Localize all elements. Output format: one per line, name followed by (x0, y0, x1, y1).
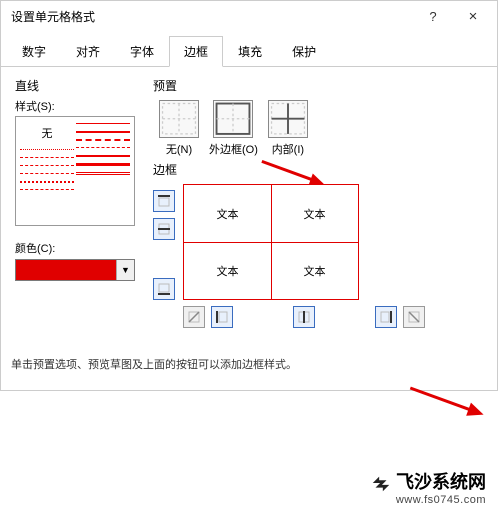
dialog-title: 设置单元格格式 (11, 8, 413, 25)
chevron-down-icon[interactable]: ▼ (116, 260, 134, 280)
line-style-option[interactable] (76, 172, 130, 175)
line-style-option[interactable] (20, 157, 74, 159)
border-right-button[interactable] (375, 306, 397, 328)
line-style-option[interactable] (76, 131, 130, 133)
logo-icon (370, 472, 392, 494)
line-style-option[interactable] (20, 165, 74, 167)
border-top-button[interactable] (153, 190, 175, 212)
color-swatch (16, 260, 116, 280)
border-bottom-button[interactable] (153, 278, 175, 300)
line-style-none[interactable]: 无 (20, 123, 74, 143)
border-diagonal-up-button[interactable] (183, 306, 205, 328)
style-label: 样式(S): (15, 98, 135, 114)
watermark: 飞沙系统网 www.fs0745.com (370, 472, 486, 507)
watermark-brand: 飞沙系统网 (396, 472, 486, 494)
line-style-list[interactable]: 无 (15, 116, 135, 226)
border-middle-v-button[interactable] (293, 306, 315, 328)
hint-text: 单击预置选项、预览草图及上面的按钮可以添加边框样式。 (11, 356, 487, 372)
border-left-button[interactable] (211, 306, 233, 328)
tab-alignment[interactable]: 对齐 (61, 36, 115, 67)
color-label: 颜色(C): (15, 240, 135, 256)
tab-border[interactable]: 边框 (169, 36, 223, 67)
preview-cell: 文本 (184, 185, 271, 242)
preset-caption: 外边框(O) (209, 141, 258, 157)
line-style-option[interactable] (76, 163, 130, 166)
tab-number[interactable]: 数字 (7, 36, 61, 67)
color-picker[interactable]: ▼ (15, 259, 135, 281)
border-middle-h-button[interactable] (153, 218, 175, 240)
line-style-option[interactable] (76, 123, 130, 125)
border-preview[interactable]: 文本 文本 文本 文本 (183, 184, 359, 300)
line-style-option[interactable] (20, 173, 74, 175)
line-style-option[interactable] (20, 181, 74, 183)
preset-caption: 无(N) (166, 141, 192, 157)
preview-cell: 文本 (271, 242, 358, 299)
preview-cell: 文本 (184, 242, 271, 299)
preset-section-label: 预置 (153, 77, 483, 94)
preset-none-button[interactable] (159, 100, 199, 138)
line-section-label: 直线 (15, 77, 135, 94)
line-style-option[interactable] (76, 155, 130, 157)
line-style-option[interactable] (76, 147, 130, 149)
format-cells-dialog: 设置单元格格式 ? × 数字 对齐 字体 边框 填充 保护 直线 样式(S): … (0, 0, 498, 391)
tab-fill[interactable]: 填充 (223, 36, 277, 67)
help-button[interactable]: ? (413, 2, 453, 30)
tab-strip: 数字 对齐 字体 边框 填充 保护 (1, 35, 497, 67)
preset-outline-button[interactable] (213, 100, 253, 138)
line-style-option[interactable] (20, 189, 74, 191)
preset-inside-button[interactable] (268, 100, 308, 138)
titlebar: 设置单元格格式 ? × (1, 1, 497, 31)
tab-protection[interactable]: 保护 (277, 36, 331, 67)
line-style-option[interactable] (20, 149, 74, 151)
close-button[interactable]: × (453, 2, 493, 30)
watermark-url: www.fs0745.com (370, 494, 486, 507)
border-diagonal-down-button[interactable] (403, 306, 425, 328)
tab-font[interactable]: 字体 (115, 36, 169, 67)
line-style-option[interactable] (76, 139, 130, 141)
